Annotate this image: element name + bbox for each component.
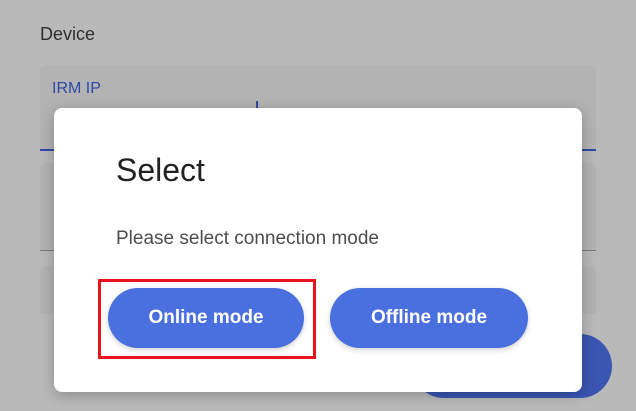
device-section-label: Device [40,24,96,44]
offline-mode-button[interactable]: Offline mode [330,288,528,348]
irm-ip-field-label: IRM IP [52,80,101,97]
connection-mode-dialog: Select Please select connection mode Onl… [54,108,582,392]
dialog-title: Select [116,152,205,188]
dialog-message: Please select connection mode [116,228,379,249]
app-screen: Device IRM IP Select Please select conne… [0,0,636,411]
online-mode-button[interactable]: Online mode [108,288,304,348]
